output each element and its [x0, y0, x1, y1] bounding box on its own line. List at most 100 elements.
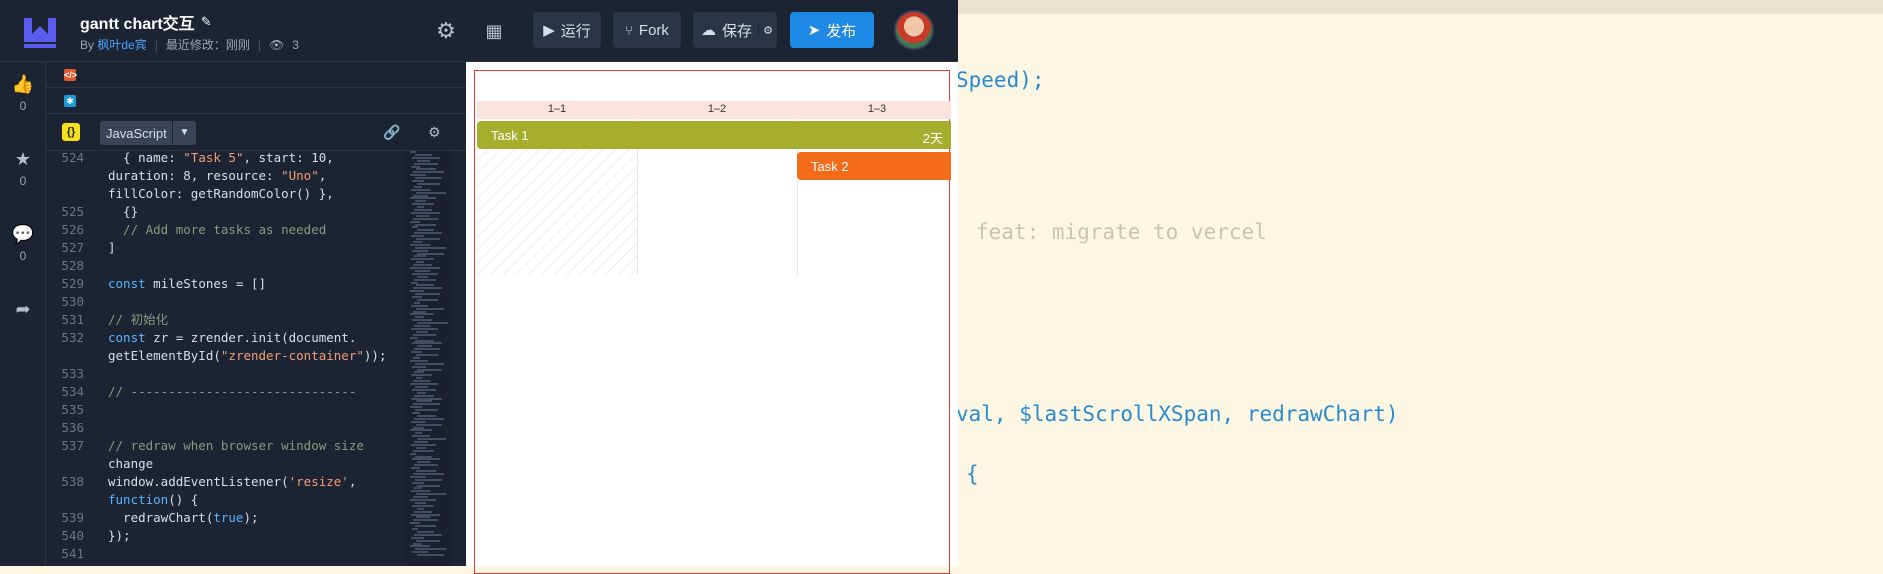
minimap-line	[415, 525, 436, 528]
minimap-line	[416, 539, 440, 542]
code-line[interactable]: fillColor: getRandomColor() },	[46, 185, 406, 203]
minimap-line	[417, 159, 430, 162]
code-line[interactable]: duration: 8, resource: "Uno",	[46, 167, 406, 185]
fork-button[interactable]: ⑂ Fork	[613, 12, 681, 48]
minimap-line	[415, 223, 436, 226]
code-text: duration: 8, resource: "Uno",	[108, 168, 327, 183]
code-text: // redraw when browser window size	[108, 438, 364, 453]
minimap-line	[416, 377, 422, 380]
css-pane-collapsed[interactable]: ✱	[46, 88, 466, 114]
code-minimap[interactable]	[406, 151, 451, 566]
minimap-line	[416, 516, 430, 519]
gantt-task-bar[interactable]: Task 2	[797, 152, 951, 180]
save-button[interactable]: ☁ 保存 ⚙	[693, 12, 777, 48]
share-action[interactable]: ➦	[0, 299, 46, 320]
project-title-text: gantt chart交互	[80, 16, 195, 33]
task-duration: 2天	[922, 131, 943, 146]
preview-pane: 1–1 1–2 1–3 Task 1 2天 Task 2	[466, 62, 958, 574]
code-line[interactable]: 540});	[46, 527, 406, 545]
minimap-line	[413, 171, 444, 174]
code-line[interactable]: 527]	[46, 239, 406, 257]
run-button[interactable]: ▶ 运行	[533, 12, 601, 48]
left-action-rail: 👍 0 ★ 0 💬 0 ➦	[0, 62, 46, 566]
html-pane-collapsed[interactable]: </>	[46, 62, 466, 88]
link-icon[interactable]: 🔗	[383, 124, 400, 141]
minimap-line	[413, 472, 444, 475]
send-icon: ➤	[807, 22, 821, 39]
code-line[interactable]: 535	[46, 401, 406, 419]
code-line[interactable]: 526 // Add more tasks as needed	[46, 221, 406, 239]
code-text: // Add more tasks as needed	[108, 222, 327, 237]
minimap-line	[416, 354, 438, 356]
like-count: 0	[19, 99, 27, 113]
edit-pencil-icon[interactable]: ✎	[201, 14, 212, 30]
user-avatar[interactable]	[894, 10, 934, 50]
code-line[interactable]: 534 // ------------------------------	[46, 383, 406, 401]
code-text: getElementById("zrender-container"));	[108, 348, 387, 363]
project-title[interactable]: gantt chart交互 ✎	[80, 10, 212, 34]
code-line[interactable]: 531 // 初始化	[46, 311, 406, 329]
code-line[interactable]: 541	[46, 545, 406, 563]
minimap-line	[412, 249, 428, 252]
minimap-line	[410, 406, 422, 409]
code-line[interactable]: 532 const zr = zrender.init(document.	[46, 329, 406, 347]
minimap-line	[414, 348, 440, 351]
line-number: 536	[61, 420, 84, 435]
gantt-task-bar[interactable]: Task 1 2天	[477, 121, 951, 149]
like-action[interactable]: 👍 0	[0, 74, 46, 113]
minimap-line	[412, 551, 428, 554]
minimap-line	[412, 388, 436, 391]
minimap-line	[417, 368, 442, 371]
logo-icon[interactable]	[20, 12, 60, 50]
code-line[interactable]: 528	[46, 257, 406, 275]
code-line[interactable]: 524 { name: "Task 5", start: 10,	[46, 151, 406, 167]
publish-button[interactable]: ➤ 发布	[790, 12, 874, 48]
thumbs-up-icon: 👍	[11, 74, 35, 94]
minimap-line	[410, 545, 430, 548]
line-number: 526	[61, 222, 84, 237]
code-line[interactable]: change	[46, 455, 406, 473]
code-line[interactable]: getElementById("zrender-container"));	[46, 347, 406, 365]
code-line[interactable]: 530	[46, 293, 406, 311]
comment-action[interactable]: 💬 0	[0, 224, 46, 263]
code-text: // ------------------------------	[108, 384, 357, 399]
js-settings-gear-icon[interactable]: ⚙	[428, 124, 441, 141]
author-link[interactable]: 枫叶de宾	[97, 38, 146, 52]
save-label: 保存	[722, 22, 753, 40]
save-settings-icon[interactable]: ⚙	[758, 23, 773, 37]
code-line[interactable]: 536	[46, 419, 406, 437]
minimap-line	[415, 362, 444, 365]
code-line[interactable]: 538 window.addEventListener('resize',	[46, 473, 406, 491]
code-line[interactable]: 525 {}	[46, 203, 406, 221]
code-line[interactable]: function() {	[46, 491, 406, 509]
minimap-line	[416, 238, 440, 240]
last-modified: 最近修改：刚刚	[165, 38, 250, 52]
minimap-line	[414, 162, 438, 165]
settings-gear-icon[interactable]: ⚙	[432, 17, 460, 45]
zrender-container[interactable]: 1–1 1–2 1–3 Task 1 2天 Task 2	[474, 70, 951, 574]
minimap-line	[414, 325, 430, 327]
minimap-line	[417, 414, 436, 417]
minimap-line	[413, 310, 426, 313]
line-number: 540	[61, 528, 84, 543]
minimap-line	[417, 322, 448, 325]
code-text: change	[108, 456, 154, 471]
code-line[interactable]: 533	[46, 365, 406, 383]
language-select[interactable]: JavaScript ▼	[100, 121, 196, 145]
minimap-line	[417, 461, 430, 464]
minimap-line	[417, 530, 434, 533]
minimap-line	[417, 275, 428, 278]
layout-grid-icon[interactable]: ▦	[480, 17, 508, 45]
code-line[interactable]: 537 // redraw when browser window size	[46, 437, 406, 455]
minimap-line	[412, 412, 420, 414]
code-editor[interactable]: 524 { name: "Task 5", start: 10, duration…	[46, 151, 466, 566]
star-action[interactable]: ★ 0	[0, 149, 46, 188]
codepen-like-app: gantt chart交互 ✎ By 枫叶de宾 | 最近修改：刚刚 | 👁 3…	[0, 0, 958, 574]
minimap-line	[412, 504, 434, 507]
code-line[interactable]: 539 redrawChart(true);	[46, 509, 406, 527]
minimap-line	[415, 478, 442, 481]
minimap-line	[414, 394, 434, 397]
minimap-line	[410, 267, 440, 269]
view-count: 3	[292, 37, 299, 52]
code-line[interactable]: 529 const mileStones = []	[46, 275, 406, 293]
